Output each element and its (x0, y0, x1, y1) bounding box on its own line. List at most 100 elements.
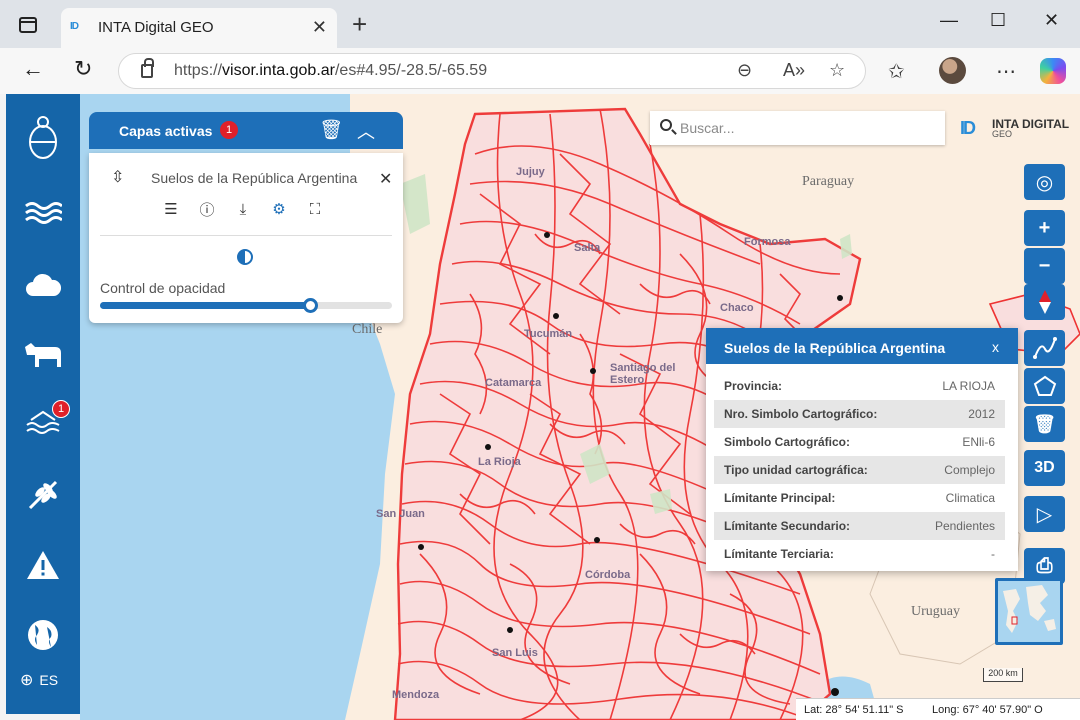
drag-handle-icon[interactable]: ⇳ (111, 167, 124, 187)
inta-digital-geo-logo: ID INTA DIGITAL GEO (960, 116, 1070, 142)
attribute-row: Nro. Simbolo Cartográfico: 2012 (714, 400, 1005, 428)
feature-info-close-button[interactable]: x (992, 339, 999, 355)
active-layers-title: Capas activas (119, 123, 213, 139)
new-tab-button[interactable]: + (352, 11, 367, 37)
settings-gear-icon[interactable]: ⚙ (271, 201, 287, 218)
label-santiago: Santiago del Estero (610, 362, 676, 386)
favorite-star-icon[interactable]: ☆ (829, 60, 845, 81)
favorites-icon[interactable]: ✩ (888, 59, 905, 84)
longitude-readout: Long: 67° 40' 57.90" O (932, 704, 1043, 716)
tab-favicon: ID (70, 21, 79, 32)
language-selector[interactable]: ⊕ ES (20, 670, 58, 690)
trash-icon: 🗑 (1033, 413, 1056, 434)
more-icon[interactable]: ⋯ (996, 59, 1016, 84)
overview-minimap[interactable] (995, 578, 1063, 645)
attribute-row: Límitante Terciaria: - (724, 547, 995, 561)
print-icon: ⎙ (1036, 554, 1053, 577)
three-d-label: 3D (1034, 459, 1055, 476)
water-icon[interactable] (6, 188, 80, 238)
back-icon[interactable]: ← (22, 56, 44, 82)
compass-button[interactable] (1024, 284, 1065, 320)
feature-info-header: Suelos de la República Argentina x (706, 328, 1018, 364)
url-text[interactable]: https://visor.inta.gob.ar/es#4.95/-28.5/… (174, 62, 487, 80)
download-icon[interactable]: ⤓ (235, 201, 251, 218)
earth-globe-icon[interactable] (6, 610, 80, 660)
reload-icon[interactable]: ↻ (74, 56, 92, 82)
opacity-label: Control de opacidad (100, 280, 226, 296)
tab-close-icon[interactable]: ✕ (312, 17, 327, 38)
attribute-row: Límitante Secundario: Pendientes (714, 512, 1005, 540)
url-field[interactable]: https://visor.inta.gob.ar/es#4.95/-28.5/… (118, 53, 866, 89)
feature-attributes: Provincia: LA RIOJA Nro. Simbolo Cartográ… (714, 372, 1005, 568)
search-input[interactable] (680, 117, 935, 139)
layer-tools: ☰ ⓘ ⤓ ⚙ ⛶ (163, 201, 323, 219)
opacity-slider-thumb[interactable] (303, 298, 319, 313)
layer-card: ⇳ Suelos de la República Argentina ✕ ☰ ⓘ… (89, 153, 403, 323)
read-aloud-icon[interactable]: A» (783, 60, 805, 81)
draw-line-button[interactable] (1024, 330, 1065, 366)
locate-button[interactable]: ◎ (1024, 164, 1065, 200)
profile-avatar[interactable] (939, 57, 966, 84)
label-catamarca: Catamarca (485, 377, 542, 389)
three-d-button[interactable]: 3D (1024, 450, 1065, 486)
label-mendoza: Mendoza (392, 689, 440, 701)
crosshair-icon: ◎ (1035, 171, 1054, 194)
left-sidebar: 1 ⊕ ES (6, 94, 80, 714)
attribute-row: Tipo unidad cartográfica: Complejo (714, 456, 1005, 484)
chevron-up-icon[interactable]: ︿ (357, 118, 375, 144)
info-icon[interactable]: ⓘ (199, 201, 215, 219)
zoom-out-icon[interactable]: ⊖ (737, 60, 752, 81)
weather-cloud-icon[interactable] (6, 260, 80, 310)
window-icon[interactable] (19, 17, 37, 33)
label-uruguay: Uruguay (911, 604, 960, 619)
address-bar: ← ↻ https://visor.inta.gob.ar/es#4.95/-2… (0, 48, 1080, 94)
warning-icon[interactable] (6, 540, 80, 590)
divider (100, 235, 392, 236)
search-box (650, 111, 945, 145)
attribute-row: Simbolo Cartográfico: ENli-6 (724, 435, 995, 449)
remove-layer-icon[interactable]: ✕ (379, 169, 392, 189)
search-icon[interactable] (660, 119, 672, 131)
legend-list-icon[interactable]: ☰ (163, 201, 179, 218)
zoom-extent-icon[interactable]: ⛶ (307, 201, 323, 218)
draw-polygon-icon (1033, 375, 1056, 396)
plus-icon: + (1038, 216, 1051, 239)
active-layers-badge: 1 (220, 121, 238, 139)
crop-wheat-icon[interactable] (6, 470, 80, 520)
compass-icon (1038, 290, 1051, 314)
label-tucuman: Tucumán (524, 328, 573, 340)
clear-drawings-button[interactable]: 🗑 (1024, 406, 1065, 442)
lock-icon[interactable] (141, 58, 154, 78)
flood-badge: 1 (52, 400, 70, 418)
close-icon[interactable]: ✕ (1044, 10, 1059, 31)
minimize-icon[interactable]: — (940, 10, 958, 31)
draw-polygon-button[interactable] (1024, 368, 1065, 404)
brand-mark: ID (960, 118, 976, 138)
attribute-row: Provincia: LA RIOJA (724, 379, 995, 393)
zoom-in-button[interactable]: + (1024, 210, 1065, 246)
trash-icon[interactable]: 🗑 (319, 118, 343, 142)
attribute-row: Límitante Principal: Climatica (724, 491, 995, 505)
feature-info-popup: Suelos de la República Argentina x Provi… (706, 328, 1018, 571)
opacity-slider[interactable] (100, 298, 392, 313)
play-icon: ▷ (1036, 503, 1053, 526)
browser-tab[interactable]: ID INTA Digital GEO ✕ (61, 8, 337, 48)
latitude-readout: Lat: 28° 54' 51.11" S (804, 704, 904, 716)
app-viewport: Paraguay Chile Uruguay Jujuy Salta Formo… (0, 94, 1080, 720)
zoom-out-button[interactable]: − (1024, 248, 1065, 284)
scale-bar: 200 km (983, 668, 1023, 682)
label-jujuy: Jujuy (516, 166, 545, 178)
feature-info-title: Suelos de la República Argentina (724, 340, 946, 356)
label-paraguay: Paraguay (802, 174, 855, 189)
label-cordoba: Córdoba (585, 569, 631, 581)
label-formosa: Formosa (744, 236, 791, 248)
label-la-rioja: La Rioja (478, 456, 521, 468)
play-button[interactable]: ▷ (1024, 496, 1065, 532)
coat-of-arms-icon[interactable] (6, 114, 80, 164)
language-label: ES (39, 672, 59, 688)
maximize-icon[interactable]: ☐ (990, 10, 1006, 31)
label-chile: Chile (352, 322, 383, 337)
livestock-cow-icon[interactable] (6, 330, 80, 380)
copilot-icon[interactable] (1040, 58, 1066, 84)
active-layers-header[interactable]: Capas activas 1 🗑 ︿ (89, 112, 403, 149)
